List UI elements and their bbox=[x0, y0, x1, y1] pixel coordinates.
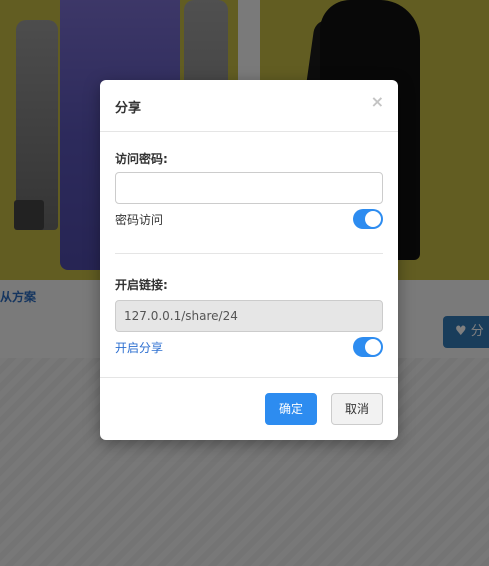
enable-share-toggle[interactable] bbox=[353, 337, 383, 357]
password-label: 访问密码: bbox=[115, 152, 168, 166]
link-section: 开启链接: 开启分享 bbox=[100, 254, 398, 378]
link-label: 开启链接: bbox=[115, 278, 168, 292]
password-section: 访问密码: 密码访问 bbox=[100, 132, 398, 254]
password-access-toggle[interactable] bbox=[353, 209, 383, 229]
enable-share-label: 开启分享 bbox=[115, 341, 164, 355]
password-access-label: 密码访问 bbox=[115, 213, 164, 227]
share-modal: 分享 × 访问密码: 密码访问 开启链接: 开启分享 确定 取消 bbox=[100, 80, 398, 440]
password-input[interactable] bbox=[115, 172, 383, 204]
modal-title: 分享 bbox=[115, 101, 142, 116]
modal-header: 分享 × bbox=[100, 80, 398, 132]
cancel-button[interactable]: 取消 bbox=[331, 393, 383, 425]
close-icon[interactable]: × bbox=[371, 92, 384, 111]
share-link-field[interactable] bbox=[115, 300, 383, 332]
confirm-button[interactable]: 确定 bbox=[265, 393, 317, 425]
footer-divider bbox=[100, 377, 398, 378]
